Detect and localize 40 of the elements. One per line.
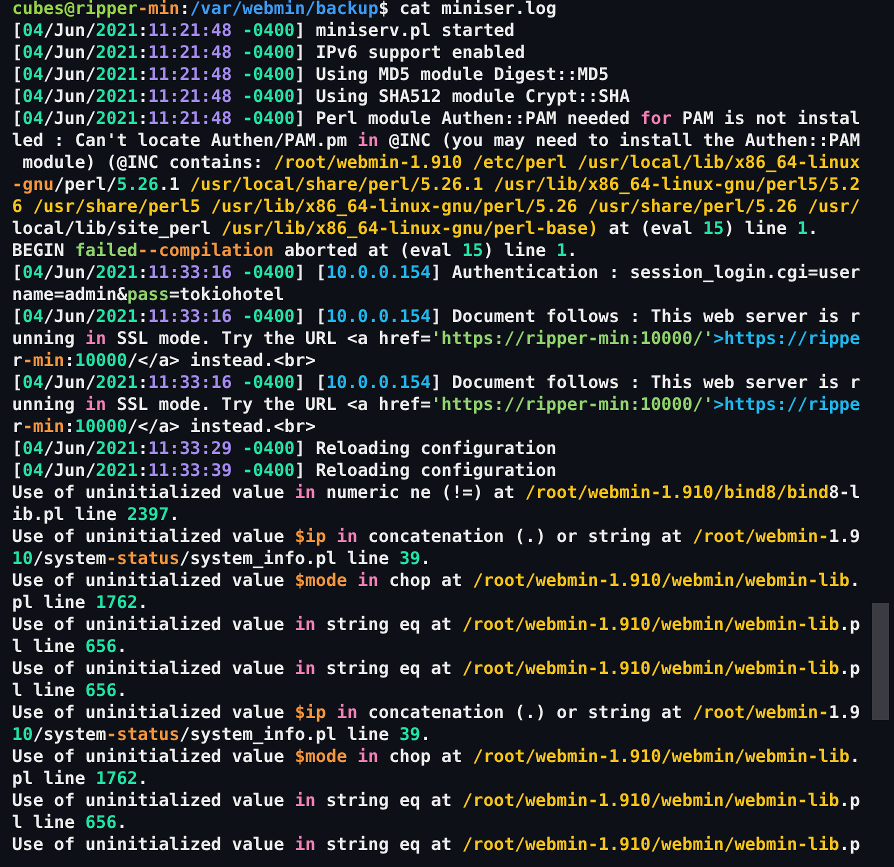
terminal-line: [04/Jun/2021:11:33:16 -0400] [10.0.0.154] Document follows : This web server is r <box>12 372 860 394</box>
terminal-line: Use of uninitialized value $mode in chop at /root/webmin-1.910/webmin/webmin-lib. <box>12 570 860 592</box>
terminal-line: pl line 1762. <box>12 592 148 614</box>
scrollbar-thumb[interactable] <box>872 603 889 720</box>
terminal-line: r-min:10000/</a> instead.<br> <box>12 416 316 438</box>
terminal-line: unning in SSL mode. Try the URL <a href='https://ripper-min:10000/'>https://rippe <box>12 328 860 350</box>
terminal-line: [04/Jun/2021:11:21:48 -0400] Perl module Authen::PAM needed for PAM is not instal <box>12 108 860 130</box>
terminal-line: [04/Jun/2021:11:21:48 -0400] Using MD5 module Digest::MD5 <box>12 64 609 86</box>
terminal-line: Use of uninitialized value $ip in concatenation (.) or string at /root/webmin-1.9 <box>12 702 860 724</box>
terminal-line: 10/system-status/system_info.pl line 39. <box>12 724 431 746</box>
terminal-line: ib.pl line 2397. <box>12 504 180 526</box>
terminal-line: Use of uninitialized value in string eq at /root/webmin-1.910/webmin/webmin-lib.p <box>12 658 860 680</box>
terminal-line: Use of uninitialized value in string eq at /root/webmin-1.910/webmin/webmin-lib.p <box>12 614 860 636</box>
terminal-line: Use of uninitialized value $ip in concatenation (.) or string at /root/webmin-1.9 <box>12 526 860 548</box>
terminal-line: [04/Jun/2021:11:21:48 -0400] IPv6 support enabled <box>12 42 526 64</box>
terminal-line: l line 656. <box>12 812 128 834</box>
terminal-line: Use of uninitialized value in string eq at /root/webmin-1.910/webmin/webmin-lib.p <box>12 834 860 856</box>
terminal-line: Use of uninitialized value in string eq at /root/webmin-1.910/webmin/webmin-lib.p <box>12 790 860 812</box>
terminal-line: BEGIN failed--compilation aborted at (eval 15) line 1. <box>12 240 578 262</box>
terminal-line: r-min:10000/</a> instead.<br> <box>12 350 316 372</box>
terminal-line: l line 656. <box>12 636 128 658</box>
terminal-line: pl line 1762. <box>12 768 148 790</box>
terminal-line: cubes@ripper-min:/var/webmin/backup$ cat miniser.log <box>12 0 556 20</box>
terminal-line: [04/Jun/2021:11:21:48 -0400] Using SHA512 module Crypt::SHA <box>12 86 630 108</box>
terminal-line: [04/Jun/2021:11:33:39 -0400] Reloading configuration <box>12 460 557 482</box>
terminal-line: module) (@INC contains: /root/webmin-1.910 /etc/perl /usr/local/lib/x86_64-linux <box>21 152 860 174</box>
terminal-line: [04/Jun/2021:11:21:48 -0400] miniserv.pl started <box>12 20 515 42</box>
terminal-line: -gnu/perl/5.26.1 /usr/local/share/perl/5.26.1 /usr/lib/x86_64-linux-gnu/perl5/5.2 <box>12 174 860 196</box>
terminal-line: 6 /usr/share/perl5 /usr/lib/x86_64-linux-gnu/perl/5.26 /usr/share/perl/5.26 /usr/ <box>12 196 860 218</box>
terminal-line: Use of uninitialized value $mode in chop at /root/webmin-1.910/webmin/webmin-lib. <box>12 746 860 768</box>
terminal-line: unning in SSL mode. Try the URL <a href='https://ripper-min:10000/'>https://rippe <box>12 394 860 416</box>
terminal-line: 10/system-status/system_info.pl line 39. <box>12 548 431 570</box>
terminal-line: led : Can't locate Authen/PAM.pm in @INC (you may need to install the Authen::PAM <box>12 130 860 152</box>
terminal-line: Use of uninitialized value in numeric ne (!=) at /root/webmin-1.910/bind8/bind8-l <box>12 482 860 504</box>
terminal-line: [04/Jun/2021:11:33:29 -0400] Reloading configuration <box>12 438 557 460</box>
terminal-line: local/lib/site_perl /usr/lib/x86_64-linux-gnu/perl-base) at (eval 15) line 1. <box>12 218 818 240</box>
terminal-line: [04/Jun/2021:11:33:16 -0400] [10.0.0.154] Document follows : This web server is r <box>12 306 860 328</box>
terminal-line: name=admin&pass=tokiohotel <box>12 284 284 306</box>
terminal-line: [04/Jun/2021:11:33:16 -0400] [10.0.0.154] Authentication : session_login.cgi=user <box>12 262 860 284</box>
terminal-line: l line 656. <box>12 680 128 702</box>
